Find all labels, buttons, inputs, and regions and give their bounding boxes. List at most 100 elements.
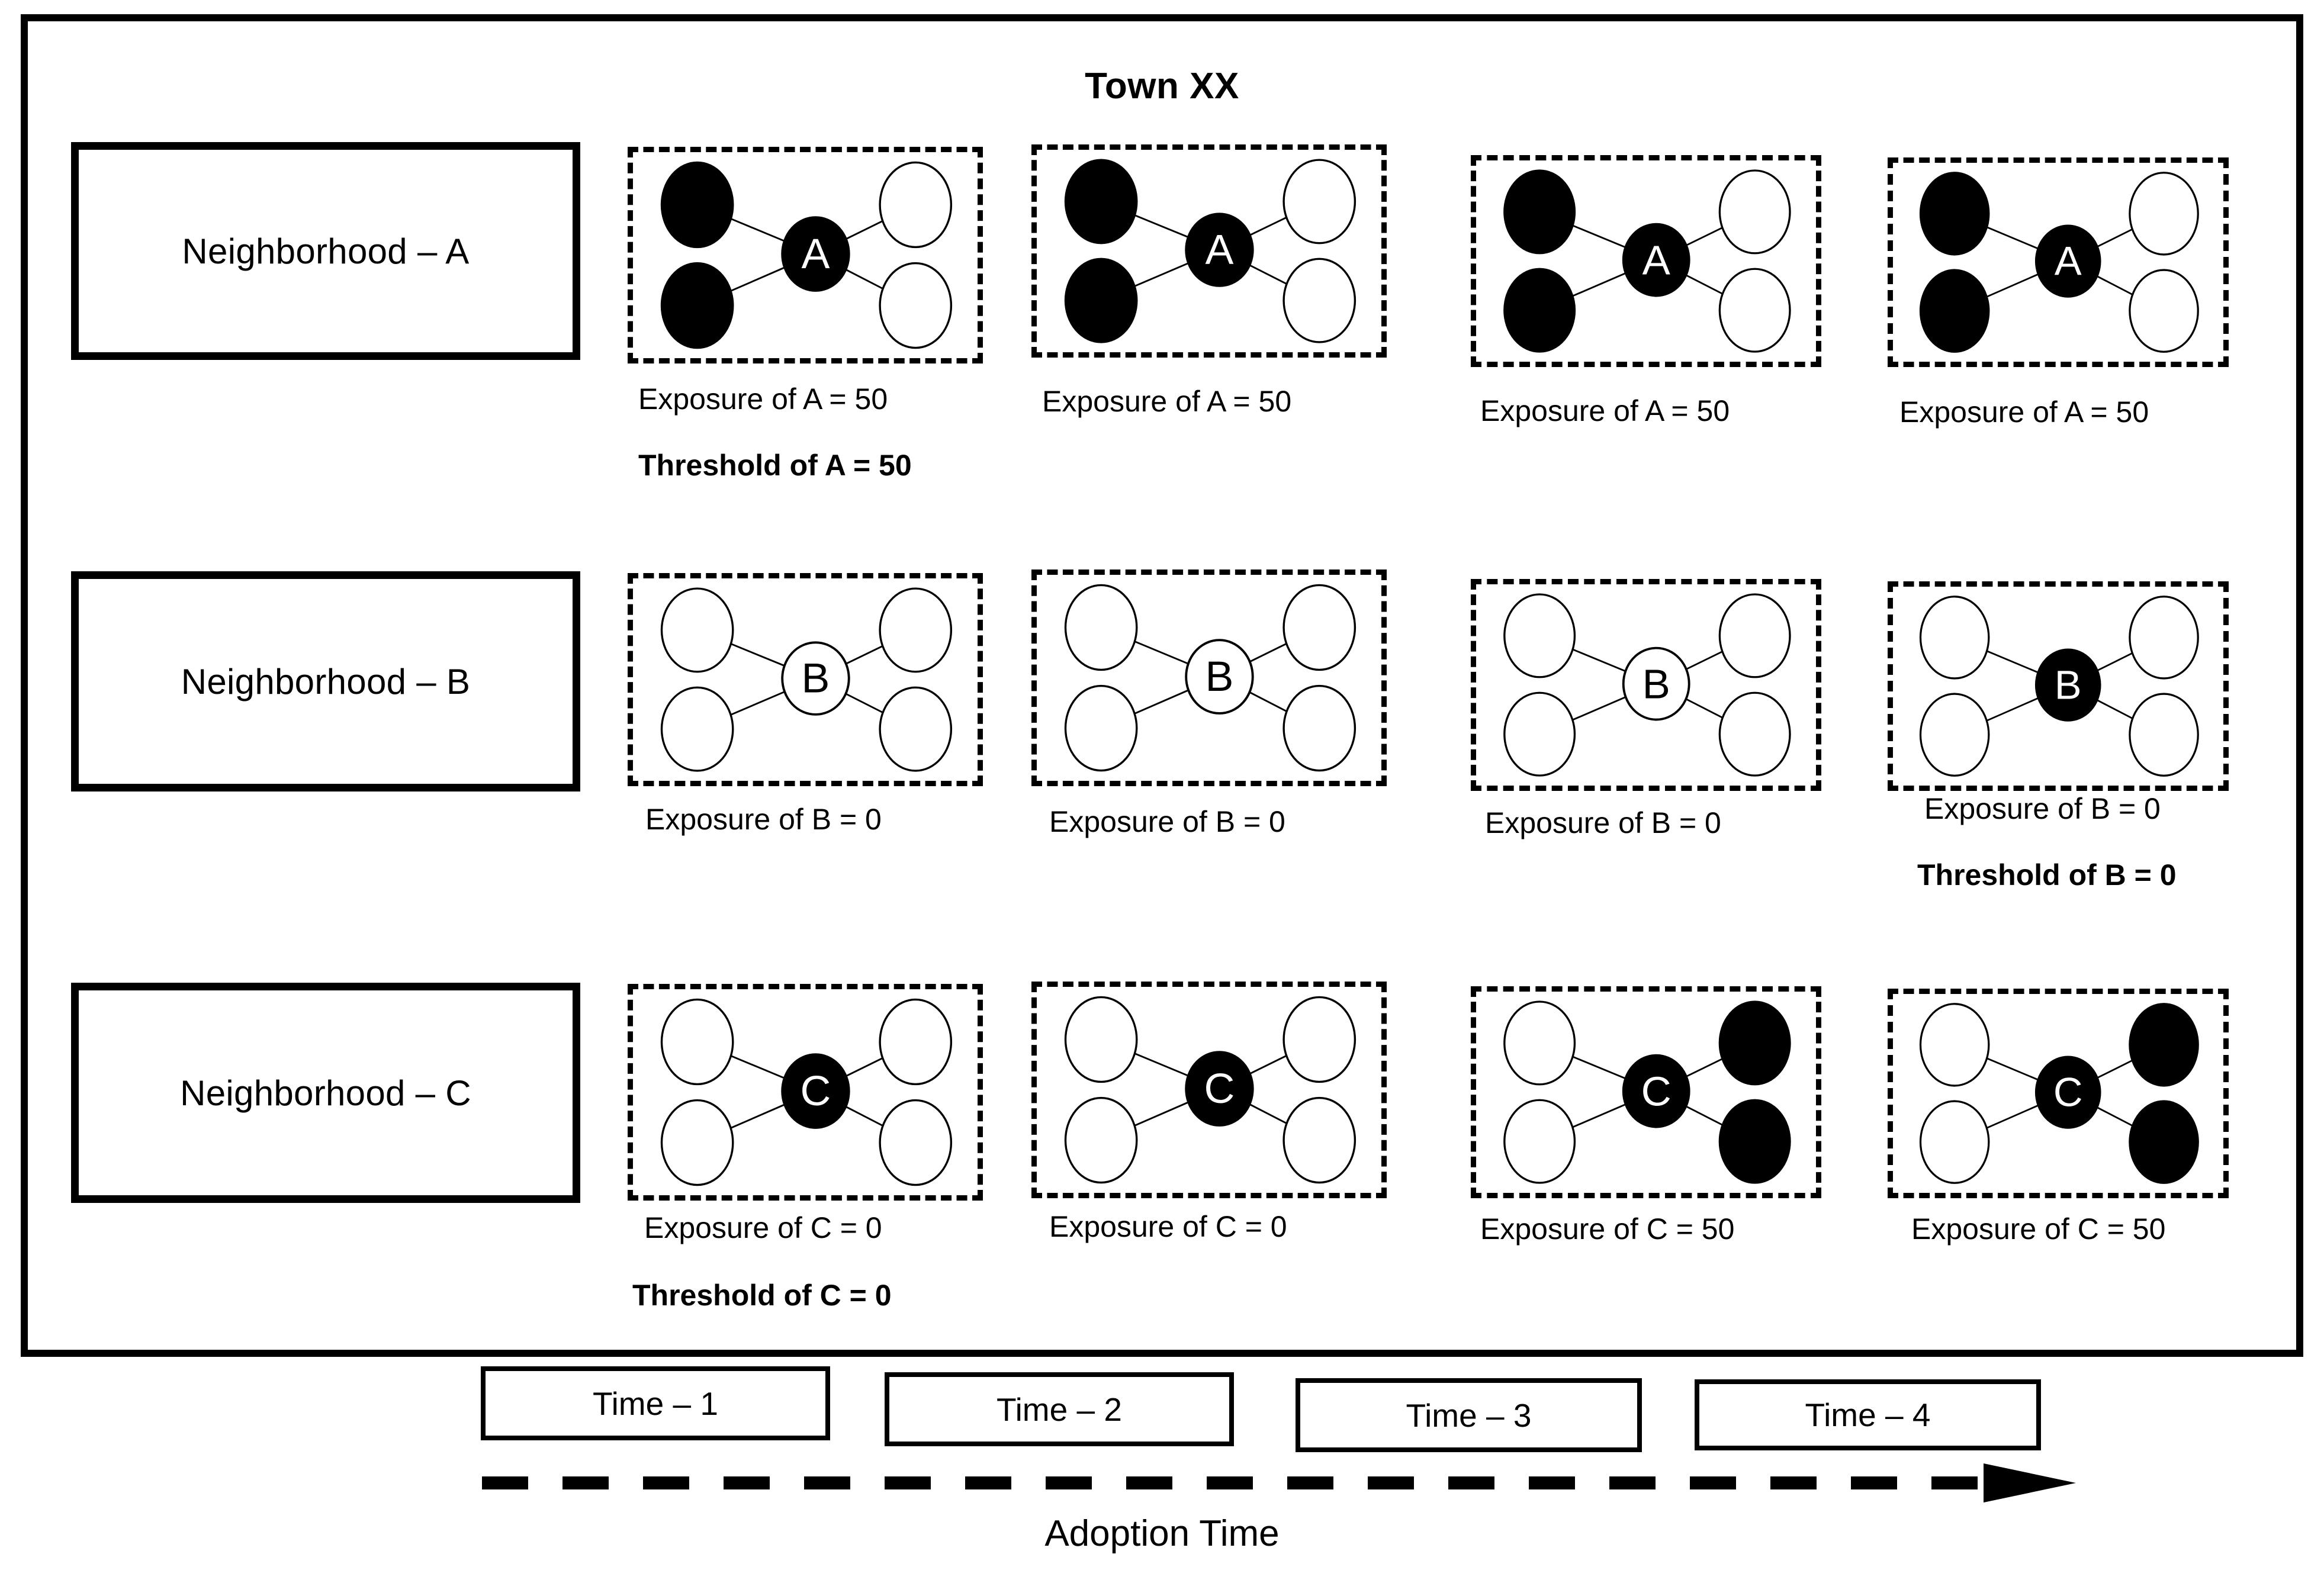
edge-b-3 [1986, 697, 2039, 722]
exposure-label-b-t2: Exposure of B = 0 [1049, 805, 1285, 838]
threshold-label-b-t4: Threshold of B = 0 [1917, 858, 2177, 892]
threshold-label-a-t1: Threshold of A = 50 [638, 449, 912, 482]
adoption-time-label: Adoption Time [1044, 1513, 1280, 1554]
network-panel-a-t3: A [1471, 155, 1821, 367]
neighbor-node-b-3 [1064, 684, 1138, 772]
edge-b-2 [845, 645, 883, 665]
neighbor-node-b-3 [660, 686, 734, 772]
neighbor-node-c-2 [1718, 1000, 1791, 1086]
ego-node-label-b: B [1206, 653, 1234, 700]
exposure-label-c-t4: Exposure of C = 50 [1911, 1212, 2166, 1246]
neighbor-node-a-2 [1282, 159, 1357, 244]
neighbor-node-b-4 [2129, 693, 2199, 777]
neighbor-node-a-1 [660, 161, 734, 249]
neighbor-node-c-3 [1503, 1099, 1576, 1184]
timeline-step-label-1: Time – 1 [593, 1385, 718, 1422]
edge-b-2 [1249, 643, 1287, 663]
neighbor-node-b-3 [1919, 693, 1990, 777]
neighbor-node-c-4 [879, 1099, 953, 1186]
neighborhood-label-box-c: Neighborhood – C [71, 983, 580, 1203]
timeline-step-label-4: Time – 4 [1805, 1397, 1931, 1433]
network-panel-b-t2: B [1031, 570, 1387, 786]
timeline-step-label-2: Time – 2 [997, 1391, 1122, 1428]
neighbor-node-a-1 [1503, 169, 1576, 255]
network-panel-b-t3: B [1471, 579, 1821, 791]
edge-c-2 [2096, 1060, 2133, 1079]
edge-b-2 [1685, 651, 1723, 671]
edge-a-3 [1572, 272, 1627, 297]
edge-b-4 [1685, 698, 1723, 719]
neighbor-node-c-3 [660, 1099, 734, 1186]
edge-a-3 [1986, 273, 2039, 298]
edge-a-2 [1685, 227, 1723, 247]
neighbor-node-b-3 [1503, 691, 1576, 777]
edge-c-1 [1987, 1057, 2039, 1081]
edge-a-3 [1134, 262, 1190, 287]
timeline-step-box-4[interactable]: Time – 4 [1695, 1379, 2041, 1450]
neighbor-node-c-2 [2129, 1003, 2199, 1087]
edge-b-4 [844, 693, 883, 713]
neighbor-node-a-2 [1718, 169, 1791, 255]
neighbor-node-a-3 [1064, 258, 1138, 343]
ego-node-label-c: C [2053, 1070, 2083, 1115]
timeline-step-box-2[interactable]: Time – 2 [885, 1372, 1234, 1446]
neighbor-node-c-2 [879, 998, 953, 1086]
neighbor-node-b-1 [1503, 593, 1576, 678]
neighbor-node-c-3 [1064, 1096, 1138, 1184]
threshold-label-c-t1: Threshold of C = 0 [632, 1279, 892, 1312]
exposure-label-c-t2: Exposure of C = 0 [1049, 1210, 1287, 1243]
edge-b-3 [1572, 696, 1627, 721]
neighbor-node-b-1 [660, 587, 734, 673]
exposure-label-c-t1: Exposure of C = 0 [644, 1211, 882, 1244]
edge-a-2 [2096, 229, 2133, 248]
neighborhood-label-box-a: Neighborhood – A [71, 142, 580, 360]
neighbor-node-b-1 [1919, 596, 1990, 680]
neighbor-node-c-3 [1919, 1100, 1990, 1184]
neighbor-node-c-4 [2129, 1100, 2199, 1184]
exposure-label-b-t4: Exposure of B = 0 [1924, 792, 2161, 825]
edge-a-1 [1134, 214, 1190, 239]
neighbor-node-a-1 [1919, 172, 1990, 256]
ego-node-label-b: B [802, 655, 830, 702]
edge-c-4 [1248, 1103, 1287, 1124]
edge-b-4 [1248, 691, 1287, 712]
ego-node-label-a: A [1206, 227, 1234, 273]
ego-node-label-c: C [1641, 1068, 1672, 1114]
timeline-step-box-3[interactable]: Time – 3 [1296, 1378, 1642, 1452]
ego-node-label-b: B [2055, 662, 2082, 708]
exposure-label-b-t3: Exposure of B = 0 [1485, 806, 1721, 839]
neighbor-node-a-1 [1064, 159, 1138, 244]
exposure-label-c-t3: Exposure of C = 50 [1480, 1212, 1735, 1246]
edge-a-3 [730, 266, 786, 292]
neighbor-node-b-4 [879, 686, 953, 772]
neighbor-node-c-4 [1718, 1099, 1791, 1184]
ego-node-label-b: B [1642, 661, 1670, 707]
neighbor-node-a-4 [2129, 269, 2199, 353]
neighbor-node-b-2 [1282, 584, 1357, 671]
network-panel-a-t2: A [1031, 144, 1387, 358]
neighborhood-label-box-b: Neighborhood – B [71, 571, 580, 791]
exposure-label-b-t1: Exposure of B = 0 [645, 803, 882, 836]
timeline-step-box-1[interactable]: Time – 1 [481, 1366, 830, 1440]
neighbor-node-a-4 [1718, 268, 1791, 353]
neighbor-node-c-1 [1503, 1000, 1576, 1086]
edge-a-2 [1249, 217, 1287, 236]
edge-a-4 [1685, 274, 1723, 295]
neighbor-node-b-4 [1282, 684, 1357, 772]
edge-c-3 [1986, 1104, 2039, 1129]
edge-c-2 [1249, 1055, 1287, 1075]
edge-b-4 [2096, 699, 2133, 719]
edge-b-3 [730, 690, 786, 716]
ego-node-label-a: A [2055, 239, 2082, 284]
figure-title: Town XX [1085, 66, 1239, 107]
edge-b-1 [1987, 650, 2039, 674]
exposure-label-a-t1: Exposure of A = 50 [638, 382, 888, 416]
neighbor-node-b-4 [1718, 691, 1791, 777]
network-panel-c-t3: C [1471, 986, 1821, 1198]
neighborhood-label-c: Neighborhood – C [180, 1073, 471, 1113]
neighbor-node-a-4 [1282, 258, 1357, 343]
edge-a-2 [845, 220, 883, 240]
neighborhood-label-a: Neighborhood – A [182, 231, 470, 271]
neighbor-node-a-2 [2129, 172, 2199, 256]
edge-a-1 [1987, 226, 2039, 250]
